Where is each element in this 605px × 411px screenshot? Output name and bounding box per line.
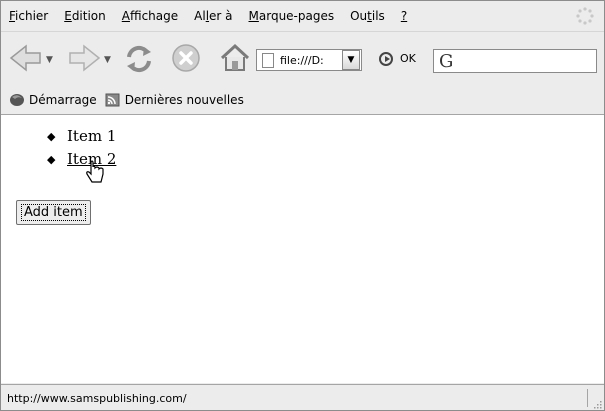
back-arrow-icon[interactable] <box>9 43 43 73</box>
status-text: http://www.samspublishing.com/ <box>7 391 187 405</box>
status-bar: http://www.samspublishing.com/ <box>1 384 604 410</box>
menu-fichier[interactable]: Fichier <box>1 9 56 23</box>
page-content: ◆ Item 1 ◆ Item 2 Add item <box>1 115 604 383</box>
throbber-icon <box>576 7 594 25</box>
go-button-label[interactable]: OK <box>400 52 416 65</box>
url-bar[interactable]: file:///D: ▼ <box>256 49 362 71</box>
menu-outils[interactable]: Outils <box>342 9 393 23</box>
reload-icon[interactable] <box>123 43 155 75</box>
status-divider <box>587 389 588 407</box>
forward-history-dropdown-icon[interactable]: ▼ <box>104 55 111 65</box>
bookmark-dernieres-nouvelles[interactable]: Dernières nouvelles <box>105 93 244 107</box>
bookmarks-toolbar: Démarrage Dernières nouvelles <box>1 85 604 115</box>
firefox-icon <box>10 93 24 106</box>
google-search-icon[interactable]: G <box>439 51 453 72</box>
url-dropdown-icon[interactable]: ▼ <box>342 50 360 70</box>
back-history-dropdown-icon[interactable]: ▼ <box>46 55 53 65</box>
menu-edition[interactable]: Edition <box>56 9 114 23</box>
forward-arrow-icon[interactable] <box>67 43 101 73</box>
home-icon[interactable] <box>219 43 251 73</box>
url-text: file:///D: <box>280 53 324 67</box>
menu-affichage[interactable]: Affichage <box>114 9 186 23</box>
bookmark-label: Démarrage <box>29 92 97 107</box>
go-icon[interactable] <box>379 52 393 66</box>
bookmark-label: Dernières nouvelles <box>124 92 244 107</box>
browser-window: Fichier Edition Affichage Aller à Marque… <box>0 0 605 411</box>
menu-aller-a[interactable]: Aller à <box>186 9 240 23</box>
bullet-icon: ◆ <box>47 130 56 143</box>
hand-cursor-icon <box>86 160 104 183</box>
bullet-icon: ◆ <box>47 153 56 166</box>
add-item-button-label: Add item <box>21 204 86 221</box>
bookmark-demarrage[interactable]: Démarrage <box>9 93 97 107</box>
rss-feed-icon <box>105 93 120 106</box>
stop-icon[interactable] <box>171 43 201 73</box>
resize-grip-icon[interactable] <box>592 399 602 409</box>
search-input[interactable]: G <box>433 49 597 73</box>
menu-aide[interactable]: ? <box>393 9 415 23</box>
navigation-toolbar: ▼ ▼ file:///D: ▼ OK G <box>1 31 604 87</box>
list-item-text: Item 1 <box>67 127 117 145</box>
list-item: ◆ Item 1 <box>45 125 116 148</box>
page-icon <box>262 52 274 68</box>
add-item-button[interactable]: Add item <box>16 200 91 225</box>
menu-marque-pages[interactable]: Marque-pages <box>241 9 343 23</box>
menu-bar: Fichier Edition Affichage Aller à Marque… <box>1 1 604 31</box>
